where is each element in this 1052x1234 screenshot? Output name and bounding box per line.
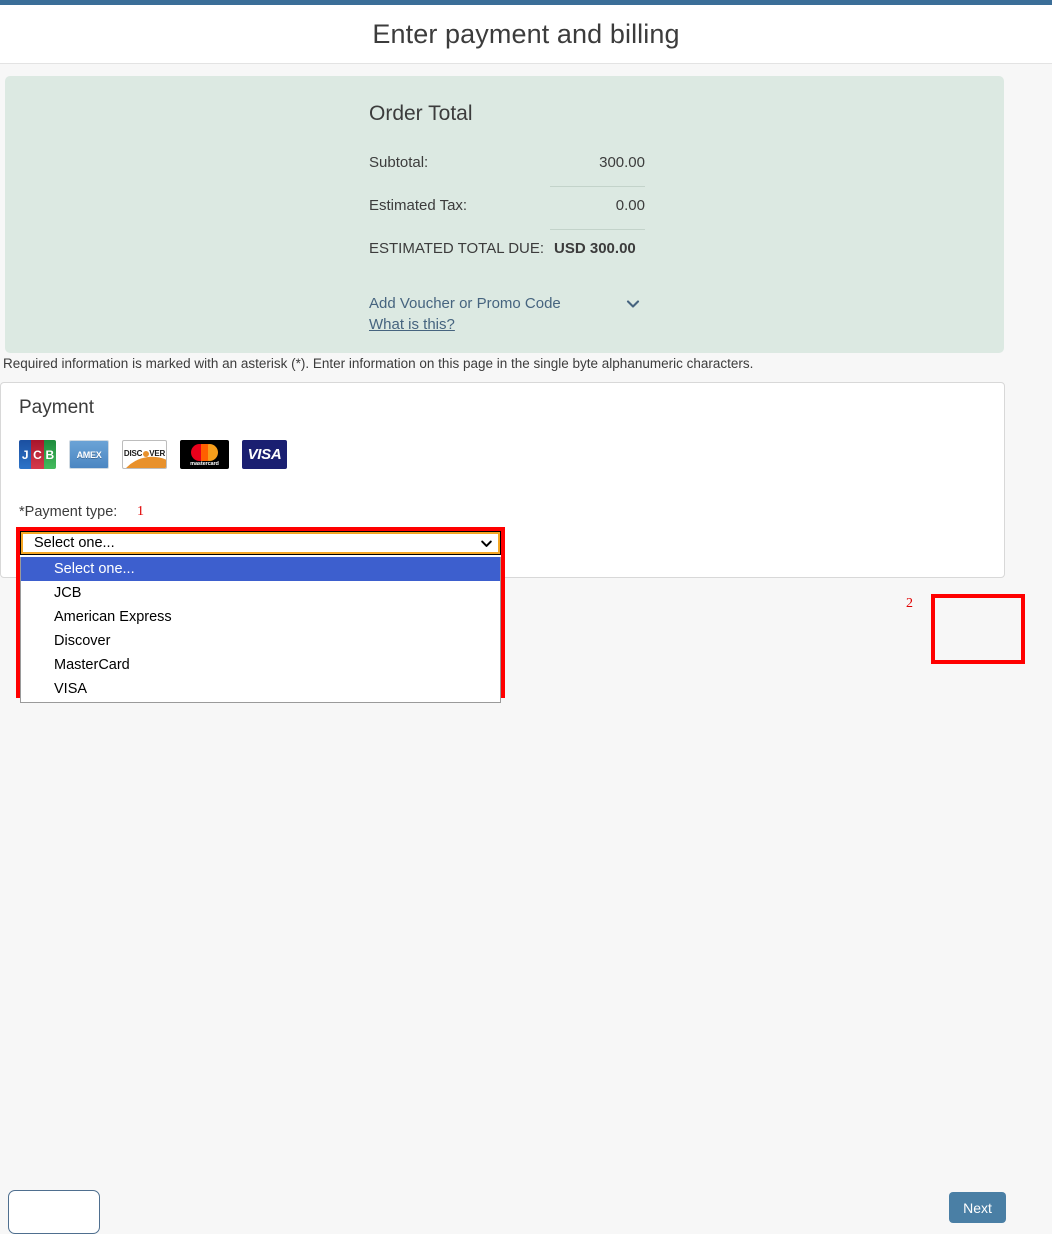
payment-type-select-value: Select one...	[34, 535, 115, 551]
order-row-tax-label: Estimated Tax:	[369, 197, 468, 214]
chevron-down-icon[interactable]	[480, 537, 493, 550]
page-title: Enter payment and billing	[372, 18, 680, 49]
order-row-total-value: USD 300.00	[554, 240, 636, 257]
dropdown-option-mastercard[interactable]: MasterCard	[21, 653, 500, 677]
amex-logo-label: AMEX	[76, 449, 102, 460]
dropdown-option-jcb[interactable]: JCB	[21, 581, 500, 605]
mastercard-overlap	[201, 444, 208, 461]
payment-type-dropdown-list[interactable]: Select one... JCB American Express Disco…	[20, 557, 501, 703]
discover-logo-label: DISC VER	[123, 449, 166, 458]
dropdown-option-visa[interactable]: VISA	[21, 677, 500, 701]
order-divider-1	[550, 186, 645, 187]
required-information-note: Required information is marked with an a…	[3, 356, 754, 371]
voucher-block[interactable]: Add Voucher or Promo Code What is this?	[365, 294, 645, 335]
accepted-card-logos: J C B AMEX DISC VER mastercard VISA	[19, 440, 287, 469]
order-total-panel: Order Total Subtotal: 300.00 Estimated T…	[5, 76, 1004, 353]
jcb-letter-b: B	[43, 440, 56, 469]
order-row-subtotal-label: Subtotal:	[369, 154, 429, 171]
order-total-heading: Order Total	[369, 102, 473, 125]
dropdown-option-discover[interactable]: Discover	[21, 629, 500, 653]
mastercard-card-logo: mastercard	[180, 440, 229, 469]
back-button[interactable]	[8, 1190, 100, 1234]
order-total-content: Order Total Subtotal: 300.00 Estimated T…	[365, 102, 645, 335]
visa-card-logo: VISA	[242, 440, 287, 469]
order-divider-2	[550, 229, 645, 230]
jcb-letter-c: C	[31, 440, 44, 469]
order-row-subtotal-value: 300.00	[599, 154, 645, 171]
discover-card-logo: DISC VER	[122, 440, 167, 469]
annotation-marker-1: 1	[137, 504, 144, 519]
jcb-letter-j: J	[19, 440, 32, 469]
payment-type-label: *Payment type:	[19, 504, 118, 520]
next-button[interactable]: Next	[949, 1192, 1006, 1223]
order-row-tax-value: 0.00	[615, 197, 645, 214]
payment-type-select[interactable]: Select one...	[20, 531, 501, 555]
jcb-card-logo: J C B	[19, 440, 56, 469]
dropdown-option-american-express[interactable]: American Express	[21, 605, 500, 629]
add-voucher-link[interactable]: Add Voucher or Promo Code	[369, 294, 645, 314]
payment-heading: Payment	[19, 397, 94, 418]
amex-card-logo: AMEX	[69, 440, 109, 469]
order-row-total: ESTIMATED TOTAL DUE: USD 300.00	[365, 240, 645, 266]
mastercard-logo-label: mastercard	[190, 461, 219, 467]
what-is-this-link[interactable]: What is this?	[369, 315, 455, 335]
page-header: Enter payment and billing	[0, 5, 1052, 64]
order-row-subtotal: Subtotal: 300.00	[365, 154, 645, 180]
chevron-down-icon[interactable]	[625, 296, 641, 312]
dropdown-option-select-one[interactable]: Select one...	[21, 557, 500, 581]
order-row-tax: Estimated Tax: 0.00	[365, 197, 645, 223]
visa-logo-label: VISA	[247, 446, 282, 463]
order-row-total-label: ESTIMATED TOTAL DUE:	[369, 240, 545, 257]
